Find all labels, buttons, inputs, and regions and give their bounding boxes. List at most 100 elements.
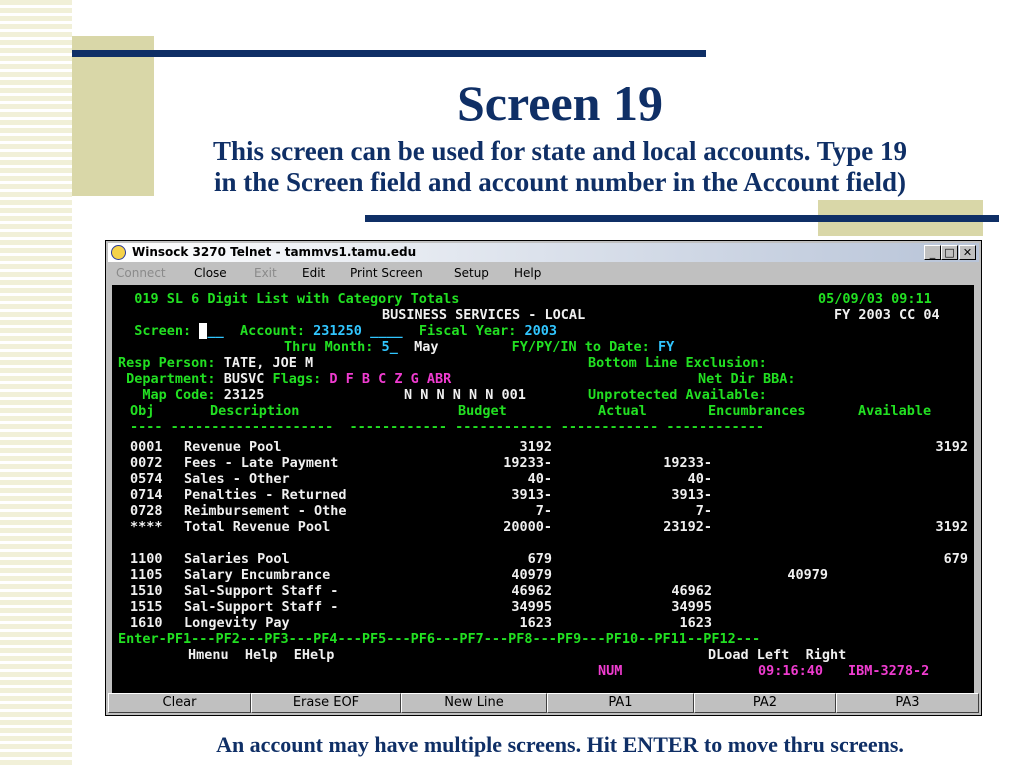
cell-description: Sal-Support Staff - xyxy=(184,599,339,615)
menu-help[interactable]: Help xyxy=(514,266,541,280)
cell-actual: 7- xyxy=(695,503,712,519)
term-row-screen: Screen: __ Account: 231250 ____ Fiscal Y… xyxy=(134,323,558,339)
pf9-label[interactable]: DLoad xyxy=(708,647,749,663)
unprotected-label: Unprotected Available: xyxy=(588,387,767,403)
pf-labels-right: DLoad Left Right xyxy=(708,647,846,663)
menu-edit[interactable]: Edit xyxy=(302,266,325,280)
cell-actual: 23192- xyxy=(663,519,712,535)
menu-close[interactable]: Close xyxy=(194,266,227,280)
col-description: Description xyxy=(210,403,300,419)
map-code-value: 23125 xyxy=(223,387,265,403)
table-row: 1510 Sal-Support Staff - 46962 46962 xyxy=(112,583,974,599)
terminal-screen[interactable]: 019 SL 6 Digit List with Category Totals… xyxy=(112,285,974,693)
pa1-key[interactable]: PA1 xyxy=(547,693,694,713)
pf-labels-left: Hmenu Help EHelp xyxy=(188,647,334,663)
net-dir-label: Net Dir BBA: xyxy=(698,371,796,387)
fiscal-year-label: Fiscal Year: xyxy=(418,323,517,339)
thru-month-name: May xyxy=(414,339,439,355)
cell-budget: 679 xyxy=(527,551,552,567)
subtitle-line-2: in the Screen field and account number i… xyxy=(213,167,907,197)
cell-description: Salary Encumbrance xyxy=(184,567,331,583)
new-line-key[interactable]: New Line xyxy=(401,693,547,713)
pf-key-line: Enter-PF1---PF2---PF3---PF4---PF5---PF6-… xyxy=(118,631,761,647)
dept-label: Department: xyxy=(126,371,216,387)
resp-label: Resp Person: xyxy=(118,355,216,371)
cell-description: Revenue Pool xyxy=(184,439,282,455)
menu-print-screen[interactable]: Print Screen xyxy=(350,266,423,280)
thru-month-field[interactable]: 5 xyxy=(382,339,390,355)
screen-label: Screen: xyxy=(134,323,192,339)
cell-actual: 40- xyxy=(687,471,712,487)
bottom-line-label: Bottom Line Exclusion: xyxy=(588,355,767,371)
cell-obj: 1100 xyxy=(130,551,163,567)
cell-budget: 3913- xyxy=(511,487,552,503)
dept-value: BUSVC xyxy=(223,371,265,387)
cell-budget: 46962 xyxy=(511,583,552,599)
cell-available: 679 xyxy=(943,551,968,567)
cell-available: 3192 xyxy=(935,519,968,535)
pf10-label[interactable]: Left xyxy=(757,647,790,663)
fiscal-year-field[interactable]: 2003 xyxy=(525,323,558,339)
resp-value: TATE, JOE M xyxy=(223,355,314,371)
table-row: 0001 Revenue Pool 3192 3192 xyxy=(112,439,974,455)
winsock-globe-icon[interactable] xyxy=(111,245,126,260)
cell-obj: 1510 xyxy=(130,583,163,599)
fypy-label: FY/PY/IN to Date: xyxy=(511,339,650,355)
cell-obj: 0574 xyxy=(130,471,163,487)
table-row: **** Total Revenue Pool 20000- 23192- 3192 xyxy=(112,519,974,535)
col-available: Available xyxy=(858,403,932,419)
fy-cc: FY 2003 CC 04 xyxy=(834,307,940,323)
pa2-key[interactable]: PA2 xyxy=(694,693,836,713)
fypy-field[interactable]: FY xyxy=(658,339,674,355)
flags-codes: D F B C Z G ABR xyxy=(329,371,452,387)
menu-connect[interactable]: Connect xyxy=(116,266,166,280)
window-title: Winsock 3270 Telnet - tammvs1.tamu.edu xyxy=(132,245,417,259)
menu-setup[interactable]: Setup xyxy=(454,266,489,280)
cell-actual: 34995 xyxy=(671,599,712,615)
cell-obj: 1610 xyxy=(130,615,163,631)
menu-exit[interactable]: Exit xyxy=(254,266,277,280)
date-time: 05/09/03 09:11 xyxy=(818,291,932,307)
slide-caption: An account may have multiple screens. Hi… xyxy=(216,732,904,757)
term-row-resp: Resp Person: TATE, JOE M xyxy=(118,355,313,371)
cell-budget: 40979 xyxy=(511,567,552,583)
close-button[interactable]: ✕ xyxy=(959,245,976,260)
table-row: 0574 Sales - Other 40- 40- xyxy=(112,471,974,487)
title-bar[interactable]: Winsock 3270 Telnet - tammvs1.tamu.edu _… xyxy=(108,243,979,262)
term-row-title: 019 SL 6 Digit List with Category Totals xyxy=(118,291,459,307)
cell-budget: 40- xyxy=(527,471,552,487)
slide-subtitle: This screen can be used for state and lo… xyxy=(140,136,980,198)
thru-month-label: Thru Month: xyxy=(284,339,374,355)
cell-budget: 19233- xyxy=(503,455,552,471)
key-bar: Clear Erase EOF New Line PA1 PA2 PA3 xyxy=(108,693,979,713)
table-row: 1100 Salaries Pool 679 679 xyxy=(112,551,974,567)
cell-actual: 46962 xyxy=(671,583,712,599)
screen-field[interactable]: __ xyxy=(207,323,223,339)
screen-subtitle: BUSINESS SERVICES - LOCAL xyxy=(382,307,586,323)
telnet-window: Winsock 3270 Telnet - tammvs1.tamu.edu _… xyxy=(105,240,982,716)
clear-key[interactable]: Clear xyxy=(108,693,251,713)
cell-budget: 1623 xyxy=(519,615,552,631)
account-field[interactable]: 231250 xyxy=(313,323,362,339)
left-stripe-border xyxy=(0,0,72,768)
table-row: 0714 Penalties - Returned 3913- 3913- xyxy=(112,487,974,503)
pf11-label[interactable]: Right xyxy=(806,647,847,663)
cell-obj: 0072 xyxy=(130,455,163,471)
pf3-label[interactable]: EHelp xyxy=(294,647,335,663)
cell-description: Salaries Pool xyxy=(184,551,290,567)
minimize-button[interactable]: _ xyxy=(924,245,941,260)
table-row: 1610 Longevity Pay 1623 1623 xyxy=(112,615,974,631)
erase-eof-key[interactable]: Erase EOF xyxy=(251,693,401,713)
pa3-key[interactable]: PA3 xyxy=(836,693,979,713)
cell-obj: 1515 xyxy=(130,599,163,615)
col-encumbrances: Encumbrances xyxy=(708,403,806,419)
status-time: 09:16:40 xyxy=(758,663,824,679)
maximize-button[interactable]: □ xyxy=(941,245,958,260)
header-rule: ---- -------------------- ------------ -… xyxy=(130,419,764,435)
pf2-label[interactable]: Help xyxy=(245,647,278,663)
cell-obj: 0714 xyxy=(130,487,163,503)
map-code-label: Map Code: xyxy=(142,387,216,403)
table-row: 1105 Salary Encumbrance 40979 40979 xyxy=(112,567,974,583)
pf1-label[interactable]: Hmenu xyxy=(188,647,229,663)
cell-description: Penalties - Returned xyxy=(184,487,347,503)
